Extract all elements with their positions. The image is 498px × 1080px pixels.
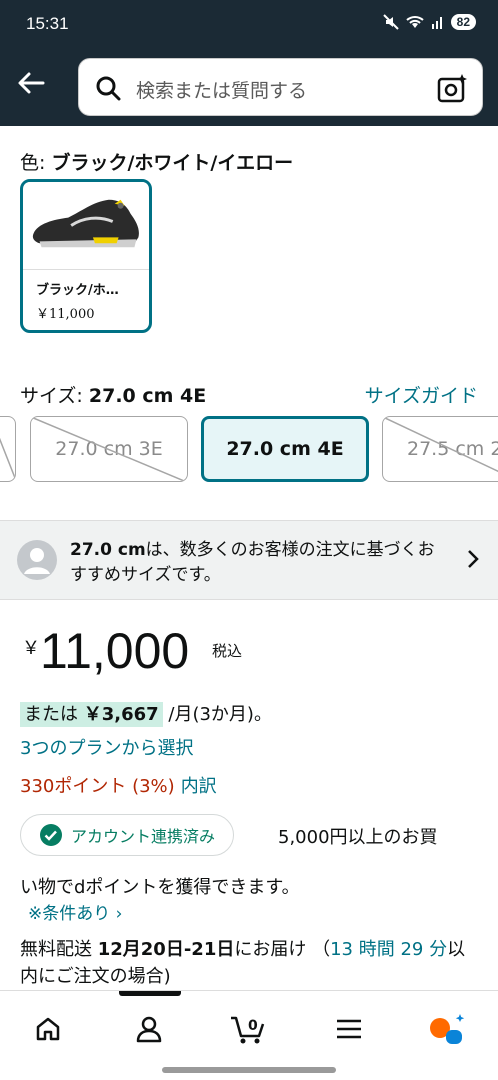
delivery-date: 12月20日-21日 (97, 939, 235, 960)
size-recommendation[interactable]: 27.0 cmは、数多くのお客様の注文に基づくおすすめサイズです。 (0, 520, 498, 600)
recommendation-size: 27.0 cm (70, 540, 146, 560)
account-linked-label: アカウント連携済み (71, 827, 216, 846)
swatch-price: ￥11,000 (36, 307, 95, 322)
user-avatar-icon (17, 540, 57, 580)
shoe-image (23, 182, 149, 270)
price-amount: 11,000 (40, 623, 190, 679)
dpoint-text-line2: い物でdポイントを獲得できます。 (20, 877, 300, 898)
nav-menu-button[interactable] (329, 1009, 369, 1049)
ai-assistant-icon (430, 1014, 465, 1044)
chevron-right-icon (468, 550, 479, 568)
delivery-countdown: 13 時間 29 分 (330, 939, 448, 960)
installment-suffix: /月(3か月)。 (162, 704, 272, 725)
battery-icon: 82 (450, 14, 476, 30)
svg-text:0: 0 (248, 1018, 258, 1034)
nav-rufus-button[interactable] (428, 1009, 468, 1049)
points-detail-link[interactable]: 内訳 (181, 776, 217, 797)
gesture-bar (162, 1067, 336, 1073)
size-label: サイズ: (20, 385, 89, 407)
signal-icon (431, 17, 442, 29)
back-button[interactable] (16, 68, 50, 102)
user-icon (136, 1016, 162, 1043)
color-line: 色: ブラック/ホワイト/イエロー (20, 148, 293, 175)
unavailable-strike (383, 417, 498, 473)
price-currency: ￥ (22, 638, 40, 659)
size-option[interactable] (0, 416, 16, 482)
camera-search-icon[interactable] (436, 72, 468, 104)
installment-plans-link[interactable]: 3つのプランから選択 (20, 734, 193, 760)
size-option-selected[interactable]: 27.0 cm 4E (201, 416, 369, 482)
check-circle-icon (40, 824, 62, 846)
size-selector: 27.0 cm 3E 27.0 cm 4E 27.5 cm 2 (0, 416, 498, 482)
color-label: 色: (20, 152, 52, 174)
mute-icon (382, 14, 399, 30)
installment-info: または ￥3,667 /月(3か月)。 (20, 700, 272, 727)
points-info: 330ポイント (3%) 内訳 (20, 772, 217, 798)
color-swatch[interactable]: ブラック/ホ… ￥11,000 (20, 179, 152, 333)
unavailable-strike (0, 437, 15, 480)
size-option[interactable]: 27.5 cm 2 (382, 416, 498, 482)
bottom-nav: 0 (0, 990, 498, 1080)
size-line: サイズ: 27.0 cm 4E (20, 381, 206, 408)
swatch-name: ブラック/ホ… (36, 283, 119, 298)
points-value: 330ポイント (3%) (20, 776, 175, 797)
conditions-link[interactable]: ※条件あり › (28, 899, 122, 924)
installment-prefix: または (24, 704, 84, 725)
search-input[interactable]: 検索または質問する (78, 58, 483, 116)
size-value: 27.0 cm 4E (88, 385, 207, 407)
top-header: 検索または質問する (0, 50, 498, 126)
installment-highlight: または ￥3,667 (20, 702, 163, 727)
size-option-label: 27.0 cm 4E (226, 438, 344, 460)
installment-amount: ￥3,667 (83, 704, 159, 725)
status-bar: 15:31 82 (0, 0, 498, 50)
size-guide-link[interactable]: サイズガイド (365, 381, 478, 408)
delivery-middle: にお届け （ (234, 939, 331, 960)
search-icon (96, 76, 121, 101)
account-linked-badge[interactable]: アカウント連携済み (20, 814, 235, 856)
active-tab-indicator (119, 991, 181, 996)
status-icons: 82 (382, 14, 476, 30)
cart-icon: 0 (231, 1016, 265, 1044)
search-placeholder: 検索または質問する (136, 80, 308, 102)
wifi-icon (405, 16, 424, 28)
menu-icon (337, 1019, 361, 1039)
color-value: ブラック/ホワイト/イエロー (51, 152, 294, 174)
recommendation-text: 27.0 cmは、数多くのお客様の注文に基づくおすすめサイズです。 (70, 538, 450, 588)
unavailable-strike (31, 417, 187, 481)
price-tax-label: 税込 (212, 642, 243, 660)
home-icon (36, 1017, 60, 1041)
nav-home-button[interactable] (28, 1009, 68, 1049)
status-time: 15:31 (26, 14, 69, 33)
arrow-left-icon (18, 72, 45, 94)
nav-cart-button[interactable]: 0 (228, 1009, 268, 1049)
nav-account-button[interactable] (129, 1009, 169, 1049)
delivery-prefix: 無料配送 (20, 939, 98, 960)
dpoint-text-line1: 5,000円以上のお買 (278, 827, 438, 848)
delivery-info: 無料配送 12月20日-21日にお届け （13 時間 29 分以内にご注文の場合… (20, 936, 480, 990)
size-option[interactable]: 27.0 cm 3E (30, 416, 188, 482)
